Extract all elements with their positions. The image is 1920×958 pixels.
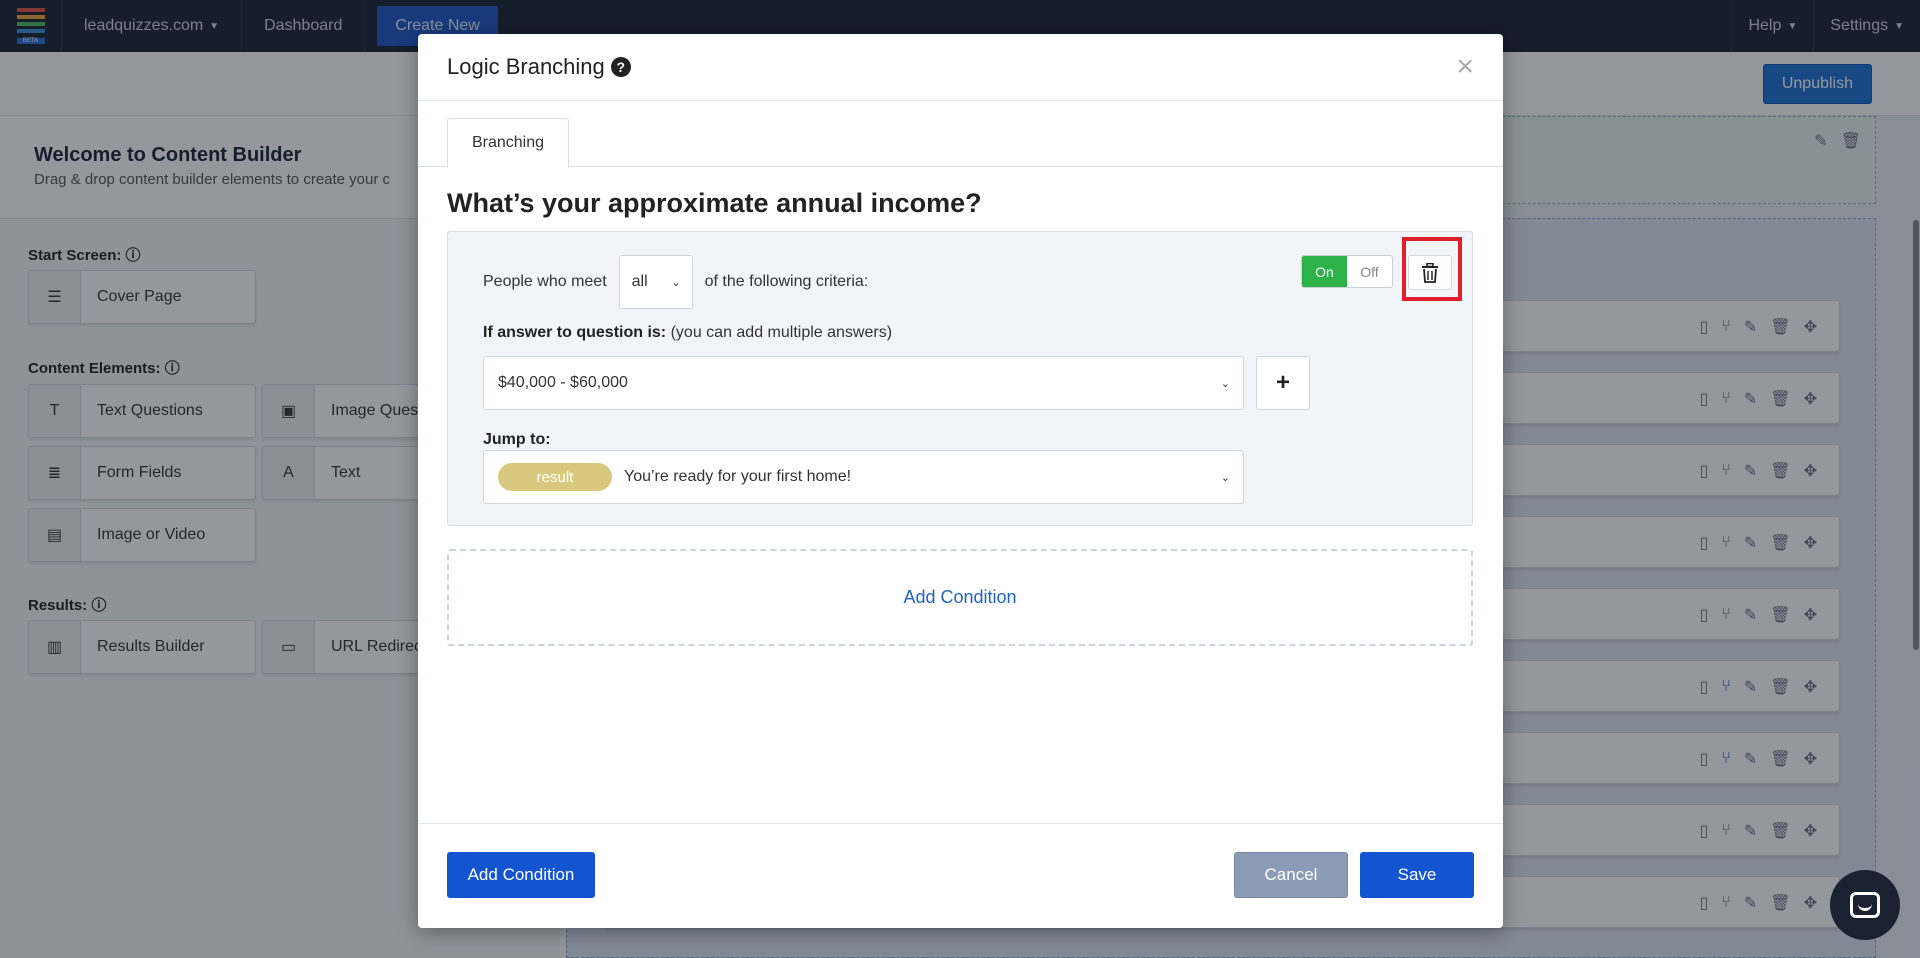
plus-icon: + <box>1275 369 1290 396</box>
answer-label: If answer to question is: (you can add m… <box>483 324 892 342</box>
match-value: all <box>631 273 648 290</box>
highlight-box <box>1402 237 1462 301</box>
question-title: What’s your approximate annual income? <box>447 188 982 218</box>
save-button[interactable]: Save <box>1360 852 1474 898</box>
jump-label: Jump to: <box>483 431 551 448</box>
logic-branching-modal: Logic Branching ? × Branching What’s you… <box>418 34 1503 928</box>
tab-branching[interactable]: Branching <box>447 118 569 168</box>
branching-rule: People who meet all ⌄ of the following c… <box>447 231 1473 526</box>
question-circle-icon[interactable]: ? <box>610 57 631 77</box>
add-condition-button[interactable]: Add Condition <box>447 852 595 898</box>
answer-label-hint: (you can add multiple answers) <box>670 324 893 341</box>
criteria-prefix: People who meet <box>483 273 607 290</box>
chat-launcher[interactable] <box>1830 870 1900 940</box>
rule-toggle[interactable]: On Off <box>1301 255 1393 288</box>
jump-value: You’re ready for your first home! <box>624 468 852 485</box>
modal-header: Logic Branching ? × <box>418 34 1503 101</box>
chevron-down-icon: ⌄ <box>1220 377 1230 390</box>
chat-icon <box>1850 892 1880 918</box>
chevron-down-icon: ⌄ <box>1220 471 1230 484</box>
answer-label-bold: If answer to question is: <box>483 324 667 341</box>
cancel-button[interactable]: Cancel <box>1234 852 1348 898</box>
toggle-off[interactable]: Off <box>1347 256 1392 287</box>
result-badge: result <box>498 463 612 491</box>
match-select[interactable]: all ⌄ <box>618 255 693 309</box>
modal-title: Logic Branching <box>447 54 605 79</box>
add-answer-button[interactable]: + <box>1256 356 1310 410</box>
modal-tabs: Branching <box>418 118 1503 168</box>
jump-select[interactable]: result You’re ready for your first home!… <box>483 450 1244 504</box>
criteria-suffix: of the following criteria: <box>704 273 869 290</box>
toggle-on[interactable]: On <box>1302 256 1347 287</box>
criteria-row: People who meet all ⌄ of the following c… <box>483 255 868 309</box>
answer-value: $40,000 - $60,000 <box>498 374 628 391</box>
chevron-down-icon: ⌄ <box>671 276 681 289</box>
add-condition-dropzone[interactable]: Add Condition <box>447 549 1473 646</box>
close-icon[interactable]: × <box>1456 52 1474 82</box>
answer-select[interactable]: $40,000 - $60,000 ⌄ <box>483 356 1244 410</box>
